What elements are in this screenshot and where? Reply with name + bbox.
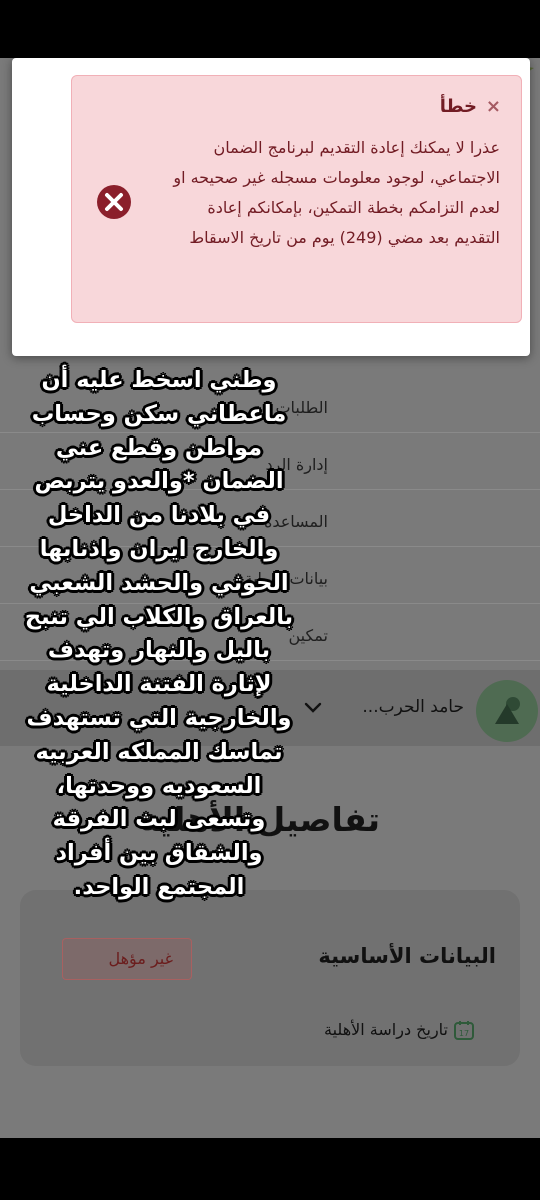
error-icon bbox=[97, 185, 131, 219]
system-nav-bar bbox=[0, 1138, 540, 1200]
user-name: حامد الحرب... bbox=[362, 697, 464, 717]
overlay-caption: وطني اسخط عليه أن ماعطاني سكن وحساب مواط… bbox=[24, 366, 294, 901]
card-title: البيانات الأساسية bbox=[318, 944, 496, 968]
error-alert: × خطأ عذرا لا يمكنك إعادة التقديم لبرنام… bbox=[71, 75, 522, 323]
calendar-icon: 17 bbox=[454, 1021, 474, 1040]
alert-message: عذرا لا يمكنك إعادة التقديم لبرنامج الضم… bbox=[173, 138, 500, 247]
svg-text:17: 17 bbox=[459, 1029, 469, 1038]
status-bar bbox=[0, 0, 540, 58]
status-badge: غير مؤهل bbox=[62, 938, 192, 980]
eligibility-date-label: تاريخ دراسة الأهلية bbox=[324, 1020, 448, 1039]
status-badge-label: غير مؤهل bbox=[108, 949, 174, 968]
close-button[interactable]: × bbox=[486, 96, 501, 117]
chevron-down-icon[interactable] bbox=[300, 695, 326, 721]
alert-title: خطأ bbox=[439, 96, 477, 117]
user-shapes-icon bbox=[495, 697, 520, 724]
avatar bbox=[476, 680, 538, 742]
